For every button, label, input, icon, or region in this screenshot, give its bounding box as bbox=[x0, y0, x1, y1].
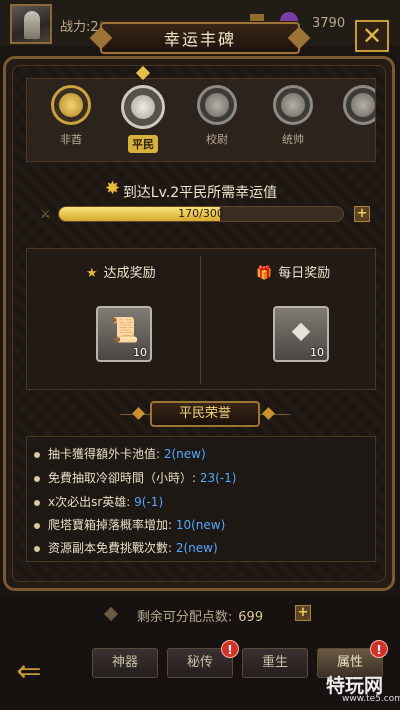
close-button[interactable]: ✕ bbox=[355, 20, 389, 52]
rank-label: 校尉 bbox=[206, 133, 228, 146]
gold-value: 3790 bbox=[312, 16, 346, 31]
star-icon: ★ bbox=[86, 266, 98, 281]
progress-text: 170/300 bbox=[178, 207, 224, 220]
honor-title: 平民荣誉 bbox=[150, 401, 260, 427]
winged-badge-icon bbox=[273, 85, 313, 125]
rank-label: 统帅 bbox=[282, 133, 304, 146]
rank-item-2[interactable]: 平民 bbox=[113, 85, 173, 153]
divider bbox=[200, 256, 201, 384]
diamond-icon: ◆ bbox=[291, 316, 311, 344]
watermark-url: www.te5.com bbox=[342, 694, 400, 704]
rank-label: 非酋 bbox=[60, 133, 82, 146]
clover-badge-icon bbox=[121, 85, 165, 129]
add-luck-button[interactable]: + bbox=[354, 206, 370, 222]
close-x-icon: ✕ bbox=[361, 22, 383, 50]
list-item: x次必出sr英雄: 9(-1) bbox=[34, 493, 163, 510]
scroll-icon: 📜 bbox=[109, 316, 139, 344]
tab-rebirth[interactable]: 重生 bbox=[242, 648, 308, 678]
winged-badge-icon bbox=[343, 85, 375, 125]
back-arrow-icon: ⇐ bbox=[16, 654, 42, 689]
alert-badge: ! bbox=[221, 640, 239, 658]
back-button[interactable]: ⇐ bbox=[4, 656, 54, 692]
achieve-reward-heading: ★ 达成奖励 bbox=[86, 262, 156, 281]
achieve-reward-item[interactable]: 📜 10 bbox=[96, 306, 152, 362]
rank-carousel[interactable]: 非酋 平民 校尉 统帅 bbox=[26, 78, 376, 162]
tab-artifact[interactable]: 神器 bbox=[92, 648, 158, 678]
rank-item-4[interactable]: 统帅 bbox=[263, 85, 323, 147]
winged-badge-icon bbox=[197, 85, 237, 125]
list-item: 抽卡獲得額外卡池值: 2(new) bbox=[34, 445, 206, 462]
rank-label: 平民 bbox=[128, 135, 158, 153]
alert-badge: ! bbox=[370, 640, 388, 658]
list-item: 资源副本免費挑戰次數: 2(new) bbox=[34, 539, 218, 556]
daily-reward-item[interactable]: ◆ 10 bbox=[273, 306, 329, 362]
points-label: 剩余可分配点数: bbox=[136, 610, 233, 625]
achieve-reward-title: 达成奖励 bbox=[103, 266, 156, 281]
item-count: 10 bbox=[310, 346, 324, 359]
sword-icon: ⚔ bbox=[40, 207, 51, 221]
player-avatar[interactable] bbox=[10, 4, 52, 44]
points-value: 699 bbox=[238, 610, 264, 625]
add-points-button[interactable]: + bbox=[295, 605, 311, 621]
daily-reward-title: 每日奖励 bbox=[278, 266, 331, 281]
item-count: 10 bbox=[133, 346, 147, 359]
goal-text: 到达Lv.2平民所需幸运值 bbox=[122, 185, 278, 201]
page-title: 幸运丰碑 bbox=[163, 30, 236, 49]
rank-item-1[interactable]: 非酋 bbox=[41, 85, 101, 147]
title-plaque: 幸运丰碑 bbox=[100, 22, 300, 54]
gift-icon: 🎁 bbox=[256, 266, 273, 281]
clover-badge-icon bbox=[51, 85, 91, 125]
rank-item-5[interactable] bbox=[333, 85, 375, 131]
list-item: 爬塔寶箱掉落概率增加: 10(new) bbox=[34, 516, 225, 533]
points-row: 剩余可分配点数: 699 bbox=[0, 606, 400, 625]
daily-reward-heading: 🎁 每日奖励 bbox=[256, 262, 330, 281]
rank-item-3[interactable]: 校尉 bbox=[187, 85, 247, 147]
list-item: 免費抽取冷卻時間（小時）: 23(-1) bbox=[34, 469, 236, 486]
